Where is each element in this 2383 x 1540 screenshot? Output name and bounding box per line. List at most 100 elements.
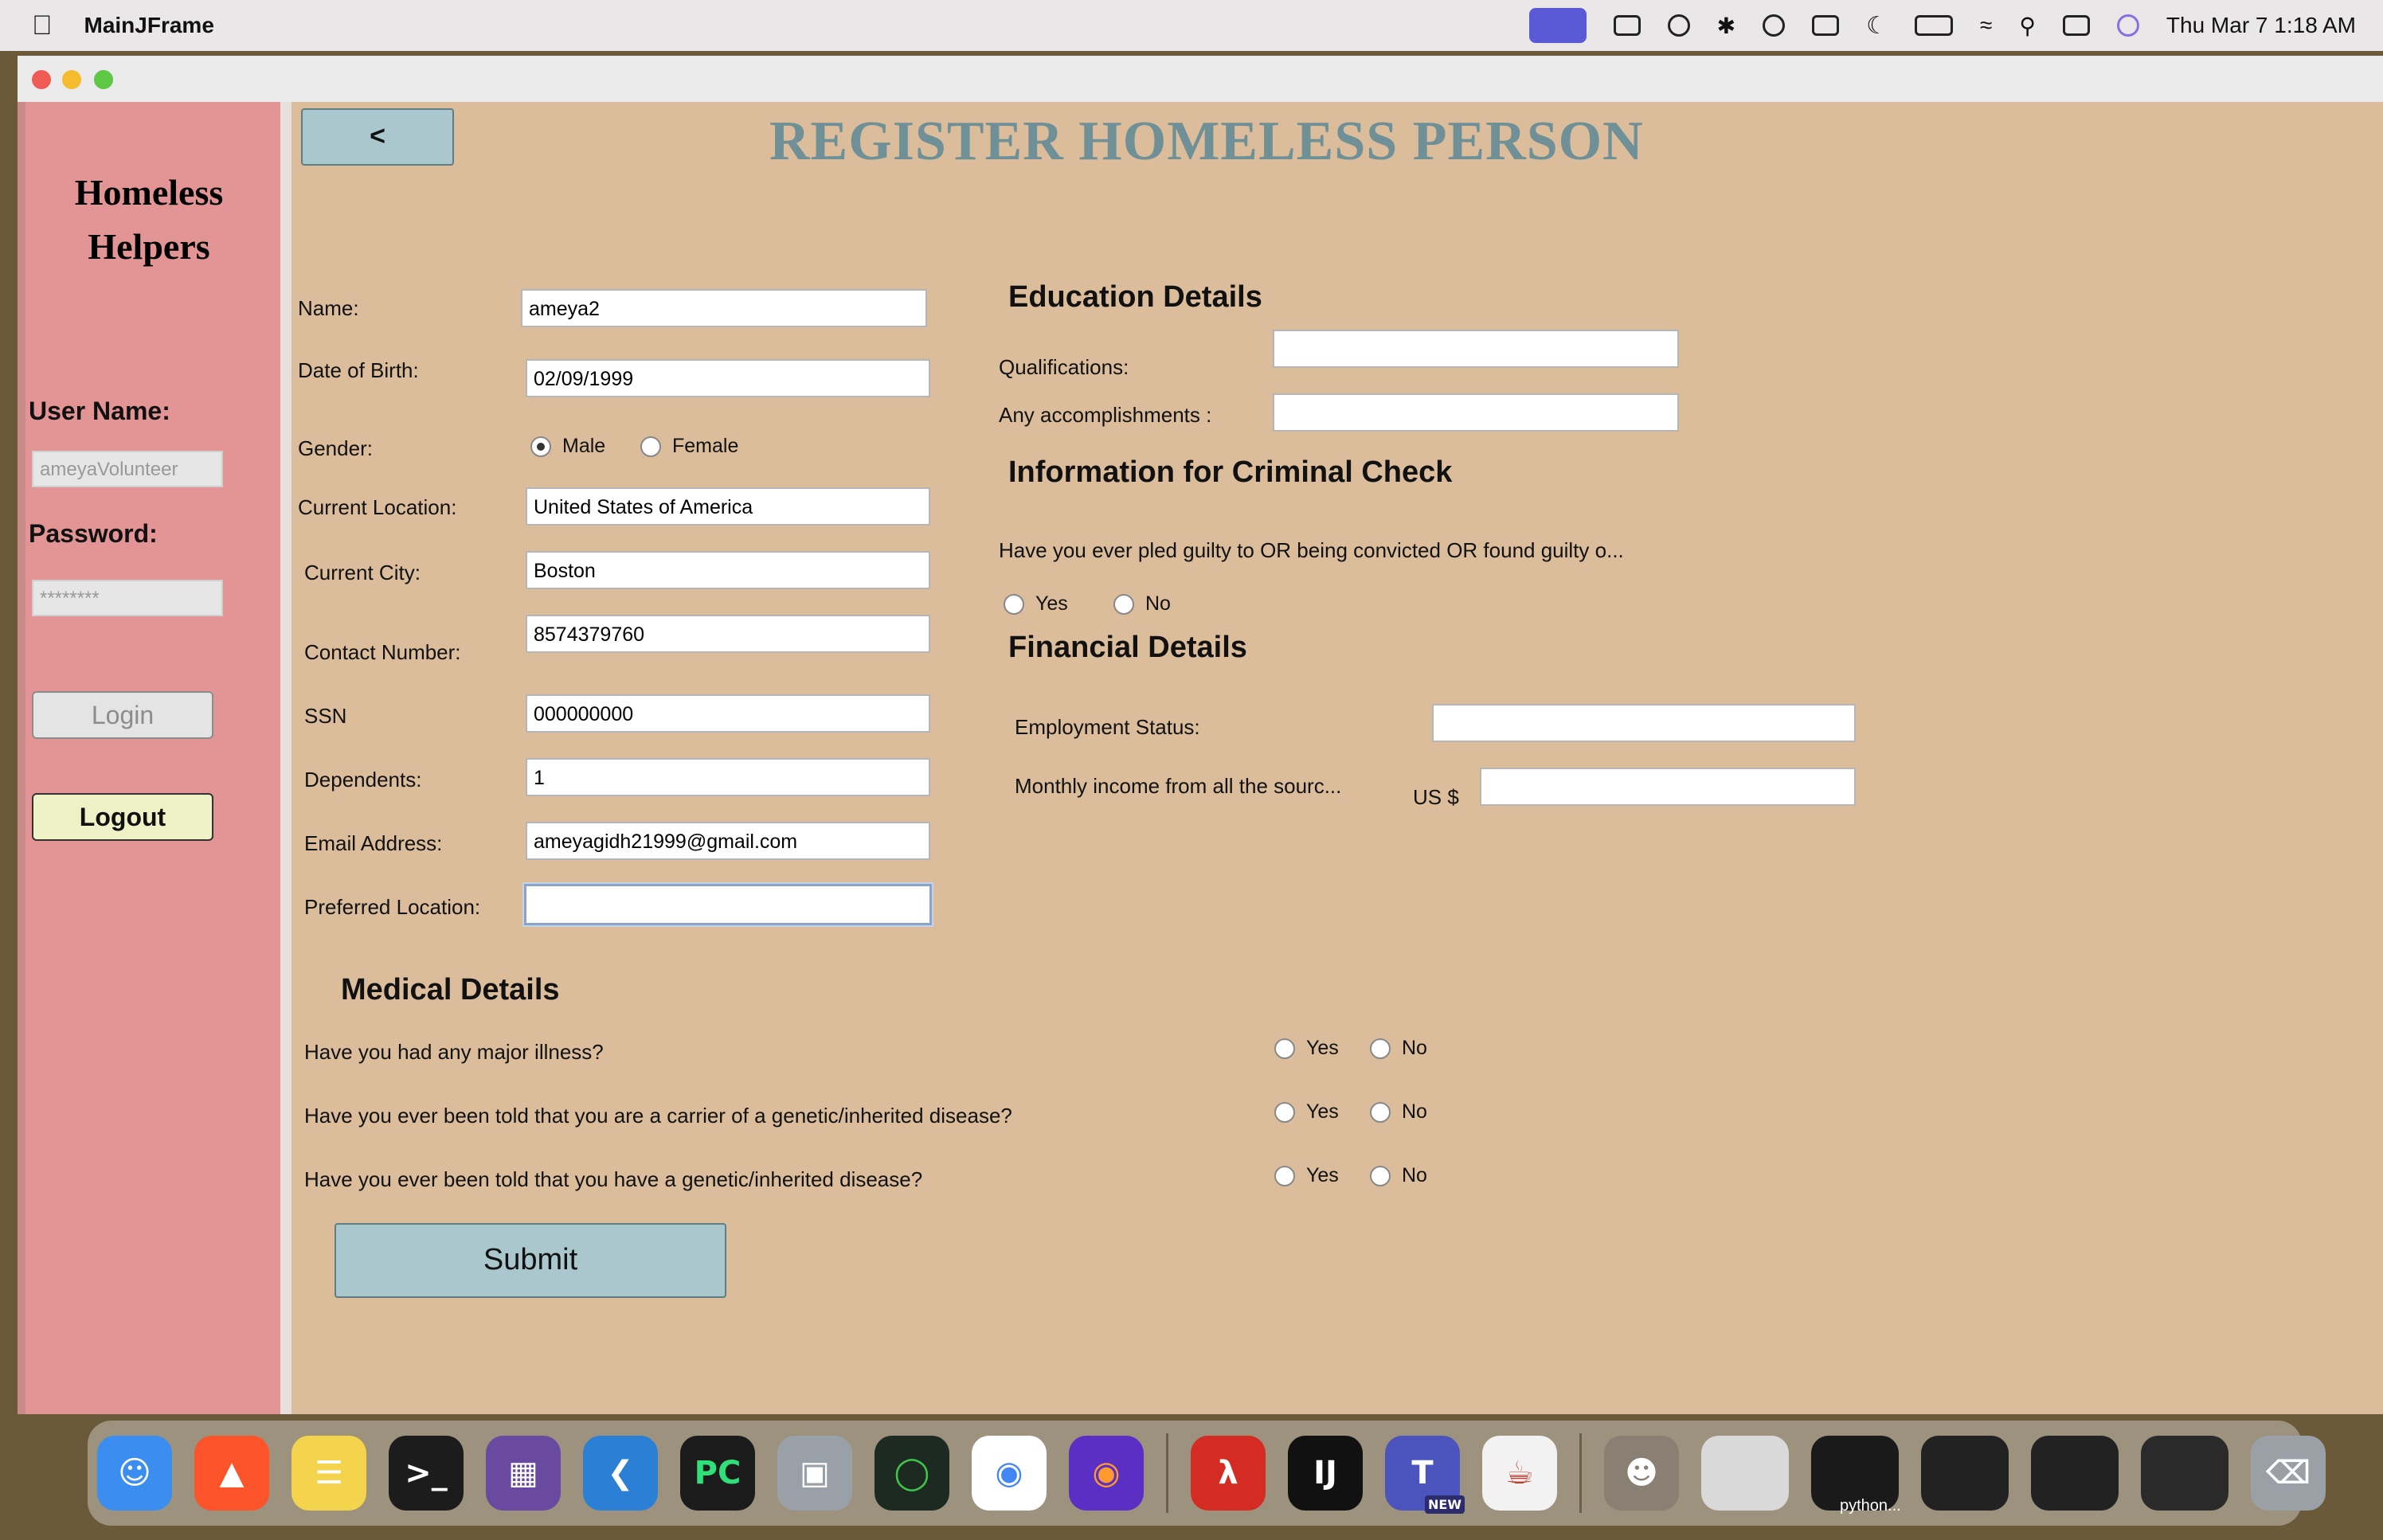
vscode-icon[interactable]: ❮: [583, 1436, 658, 1511]
illness-no-radio[interactable]: No: [1370, 1037, 1427, 1060]
firefox-icon[interactable]: ◉: [1069, 1436, 1144, 1511]
split-pane-divider[interactable]: [280, 102, 292, 1414]
register-form: < REGISTER HOMELESS PERSON Name: ameya2 …: [292, 102, 2383, 1414]
minimize-window-button[interactable]: [62, 70, 81, 89]
login-button[interactable]: Login: [32, 691, 213, 739]
financial-heading: Financial Details: [1008, 631, 1247, 664]
back-button[interactable]: <: [301, 108, 454, 166]
page-title: REGISTER HOMELESS PERSON: [769, 111, 1644, 172]
criminal-check-heading: Information for Criminal Check: [1008, 455, 1453, 489]
carrier-no-label: No: [1402, 1100, 1427, 1123]
moon-icon[interactable]: ☾: [1866, 12, 1888, 40]
current-city-input[interactable]: Boston: [526, 551, 930, 589]
current-location-label: Current Location:: [298, 495, 457, 519]
illness-yes-radio[interactable]: Yes: [1274, 1037, 1339, 1060]
wifi-icon[interactable]: ≈: [1980, 13, 1992, 38]
apple-icon[interactable]: : [32, 10, 53, 41]
criminal-yes-radio[interactable]: Yes: [1004, 592, 1068, 616]
eclipse-icon[interactable]: ◯: [875, 1436, 949, 1511]
battery-icon[interactable]: [1915, 15, 1953, 36]
launchpad-icon[interactable]: ▣: [777, 1436, 852, 1511]
brand-line-2: Helpers: [88, 226, 210, 267]
current-location-input[interactable]: United States of America: [526, 487, 930, 526]
pycharm-icon[interactable]: PC: [680, 1436, 755, 1511]
bluetooth-icon[interactable]: ✱: [1717, 13, 1735, 39]
gender-male-radio[interactable]: Male: [530, 435, 605, 458]
password-input[interactable]: ********: [32, 580, 223, 616]
teams-call-thumbnail-icon[interactable]: [2031, 1436, 2119, 1511]
dependents-input[interactable]: 1: [526, 758, 930, 796]
dock-separator: [1579, 1433, 1582, 1513]
carrier-yes-label: Yes: [1306, 1100, 1339, 1123]
acrobat-icon[interactable]: λ: [1191, 1436, 1266, 1511]
employment-status-input[interactable]: [1432, 704, 1856, 742]
qualifications-input[interactable]: [1273, 330, 1679, 368]
contact-number-input[interactable]: 8574379760: [526, 615, 930, 653]
dock: ☺ ▲ ☰ >_ ▦ ❮ PC ▣ ◯ ◉ ◉ λ IJ T NEW ☕ ☻ ⌫: [88, 1421, 2326, 1526]
accomplishments-input[interactable]: [1273, 393, 1679, 432]
search-icon[interactable]: ⚲: [2019, 13, 2036, 39]
terminal-icon[interactable]: >_: [389, 1436, 464, 1511]
intellij-icon[interactable]: IJ: [1288, 1436, 1363, 1511]
employment-status-label: Employment Status:: [1015, 715, 1200, 739]
notes-icon[interactable]: ☰: [292, 1436, 366, 1511]
brave-icon[interactable]: ▲: [194, 1436, 269, 1511]
gender-label: Gender:: [298, 436, 373, 460]
logout-button[interactable]: Logout: [32, 793, 213, 841]
chrome-icon[interactable]: ◉: [972, 1436, 1047, 1511]
preferred-location-input[interactable]: [524, 884, 932, 925]
criminal-no-radio[interactable]: No: [1113, 592, 1171, 616]
teams-call-thumbnail-2-icon[interactable]: [2141, 1436, 2228, 1511]
education-heading: Education Details: [1008, 280, 1262, 314]
window-thumbnail-icon[interactable]: [1701, 1436, 1789, 1511]
submit-button[interactable]: Submit: [335, 1223, 726, 1298]
app-name[interactable]: MainJFrame: [84, 13, 214, 38]
criminal-yes-label: Yes: [1035, 592, 1068, 615]
play-icon[interactable]: [1763, 14, 1786, 37]
siri-icon[interactable]: [2116, 14, 2139, 37]
app-window: Homeless Helpers User Name: ameyaVolunte…: [18, 56, 2383, 1414]
preferred-location-label: Preferred Location:: [304, 895, 481, 919]
genetic-no-label: No: [1402, 1164, 1427, 1186]
medical-question-1: Have you had any major illness?: [304, 1040, 604, 1064]
genetic-no-radio[interactable]: No: [1370, 1164, 1427, 1187]
name-label: Name:: [298, 296, 359, 320]
close-window-button[interactable]: [32, 70, 51, 89]
carrier-no-radio[interactable]: No: [1370, 1100, 1427, 1124]
gender-female-radio[interactable]: Female: [640, 435, 738, 458]
radio-unselected-icon: [1370, 1165, 1391, 1186]
clock[interactable]: Thu Mar 7 1:18 AM: [2166, 13, 2356, 38]
radio-unselected-icon: [640, 436, 661, 457]
unrar-icon[interactable]: ▦: [486, 1436, 561, 1511]
criminal-no-label: No: [1145, 592, 1171, 615]
tableplus-icon[interactable]: [1613, 15, 1641, 36]
radio-unselected-icon: [1274, 1101, 1295, 1123]
teams-icon[interactable]: T NEW: [1385, 1436, 1465, 1514]
monthly-income-input[interactable]: [1480, 768, 1856, 806]
email-input[interactable]: ameyagidh21999@gmail.com: [526, 822, 930, 860]
zoom-window-button[interactable]: [94, 70, 113, 89]
radio-unselected-icon: [1113, 593, 1134, 615]
java-app-icon[interactable]: ☕: [1482, 1436, 1557, 1511]
teams-window-thumbnail-icon[interactable]: [1921, 1436, 2009, 1511]
screen-share-icon[interactable]: [1528, 8, 1587, 43]
genetic-yes-radio[interactable]: Yes: [1274, 1164, 1339, 1187]
radio-unselected-icon: [1370, 1101, 1391, 1123]
medical-question-2: Have you ever been told that you are a c…: [304, 1104, 1012, 1128]
brand-title: Homeless Helpers: [33, 166, 264, 274]
radio-unselected-icon: [1274, 1038, 1295, 1059]
finder-icon[interactable]: ☺: [97, 1436, 172, 1511]
dob-input[interactable]: 02/09/1999: [526, 359, 930, 397]
username-input[interactable]: ameyaVolunteer: [32, 451, 223, 487]
radio-unselected-icon: [1274, 1165, 1295, 1186]
control-center-icon[interactable]: [2062, 15, 2090, 36]
photo-thumbnail-icon[interactable]: ☻: [1604, 1436, 1679, 1511]
carrier-yes-radio[interactable]: Yes: [1274, 1100, 1339, 1124]
username-label: User Name:: [29, 397, 170, 425]
ssn-input[interactable]: 000000000: [526, 694, 930, 733]
trash-icon[interactable]: ⌫: [2251, 1436, 2326, 1511]
display-icon[interactable]: [1812, 15, 1840, 36]
cloud-icon[interactable]: [1667, 14, 1690, 37]
genetic-yes-label: Yes: [1306, 1164, 1339, 1186]
name-input[interactable]: ameya2: [521, 289, 927, 327]
